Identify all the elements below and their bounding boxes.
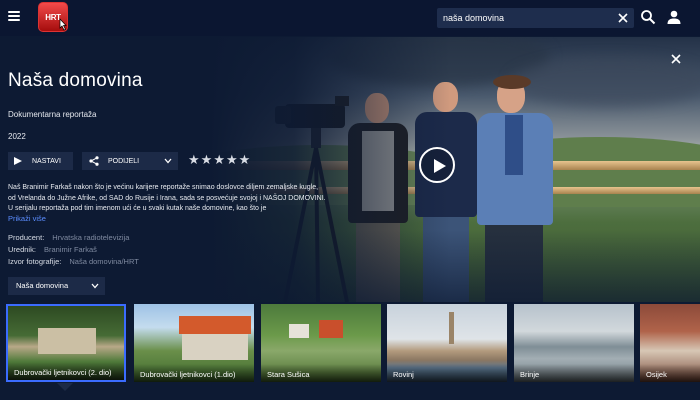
star-icon[interactable]: ★ <box>188 153 200 166</box>
credit-value: Branimir Farkaš <box>43 245 97 254</box>
episode-title: Dubrovački ljetnikovci (2. dio) <box>8 362 124 380</box>
mouse-cursor-icon <box>59 18 67 31</box>
show-title: Naša domovina <box>8 70 143 91</box>
season-dropdown[interactable]: Naša domovina <box>8 277 105 295</box>
thumbnail-building-shape <box>289 324 309 338</box>
episode-card[interactable]: Osijek <box>640 304 700 382</box>
thumbnail-wall-shape <box>182 334 248 360</box>
episode-title: Dubrovački ljetnikovci (1.dio) <box>134 364 254 382</box>
episode-title: Osijek <box>640 364 700 382</box>
credit-label: Izvor fotografije: <box>8 257 62 266</box>
show-description: Naš Branimir Farkaš nakon što je većinu … <box>8 184 326 212</box>
chevron-down-icon <box>91 283 99 289</box>
thumbnail-building-shape <box>319 320 343 338</box>
show-genre: Dokumentarna reportaža <box>8 110 97 119</box>
season-dropdown-value: Naša domovina <box>16 281 69 290</box>
star-icon[interactable]: ★ <box>239 153 251 166</box>
chevron-down-icon <box>164 158 172 164</box>
play-icon <box>14 157 22 165</box>
credit-editor: Urednik: Branimir Farkaš <box>8 245 97 254</box>
credit-label: Producent: <box>8 233 45 242</box>
credit-label: Urednik: <box>8 245 36 254</box>
hero-bottom-overlay <box>210 230 700 302</box>
episode-card[interactable]: Dubrovački ljetnikovci (1.dio) <box>134 304 254 382</box>
thumbnail-roof-shape <box>179 316 251 334</box>
search-icon[interactable] <box>640 9 656 25</box>
star-icon[interactable]: ★ <box>201 153 213 166</box>
continue-button[interactable]: NASTAVI <box>8 152 73 170</box>
search-box <box>437 8 634 28</box>
show-more-link[interactable]: Prikaži više <box>8 214 46 223</box>
episode-title: Brinje <box>514 364 634 382</box>
star-icon[interactable]: ★ <box>226 153 238 166</box>
thumbnail-building-shape <box>38 328 96 354</box>
episode-card[interactable]: Stara Sušica <box>261 304 381 382</box>
credit-value: Hrvatska radiotelevizija <box>52 233 130 242</box>
continue-button-label: NASTAVI <box>32 157 61 165</box>
account-icon[interactable] <box>666 9 682 25</box>
search-input[interactable] <box>443 10 608 26</box>
video-play-button[interactable] <box>419 147 455 183</box>
show-year: 2022 <box>8 132 26 141</box>
episode-card[interactable]: Rovinj <box>387 304 507 382</box>
star-icon[interactable]: ★ <box>213 153 225 166</box>
episode-title: Stara Sušica <box>261 364 381 382</box>
clear-search-icon[interactable] <box>616 11 630 25</box>
share-button-label: PODIJELI <box>108 157 140 165</box>
top-bar: HRT <box>0 0 700 36</box>
credit-producer: Producent: Hrvatska radiotelevizija <box>8 233 129 242</box>
play-icon <box>434 159 446 173</box>
selected-episode-pointer <box>57 383 73 391</box>
close-icon[interactable] <box>669 52 683 66</box>
thumbnail-tower-shape <box>449 312 454 344</box>
credit-value: Naša domovina/HRT <box>69 257 139 266</box>
share-icon <box>89 156 99 166</box>
credit-photo-source: Izvor fotografije: Naša domovina/HRT <box>8 257 139 266</box>
rating-stars[interactable]: ★ ★ ★ ★ ★ <box>188 153 250 166</box>
hamburger-menu-icon[interactable] <box>8 11 20 21</box>
episode-title: Rovinj <box>387 364 507 382</box>
episode-carousel: Dubrovački ljetnikovci (2. dio) Dubrovač… <box>0 300 700 400</box>
episode-card[interactable]: Brinje <box>514 304 634 382</box>
share-button[interactable]: PODIJELI <box>82 152 178 170</box>
episode-card[interactable]: Dubrovački ljetnikovci (2. dio) <box>6 304 126 382</box>
